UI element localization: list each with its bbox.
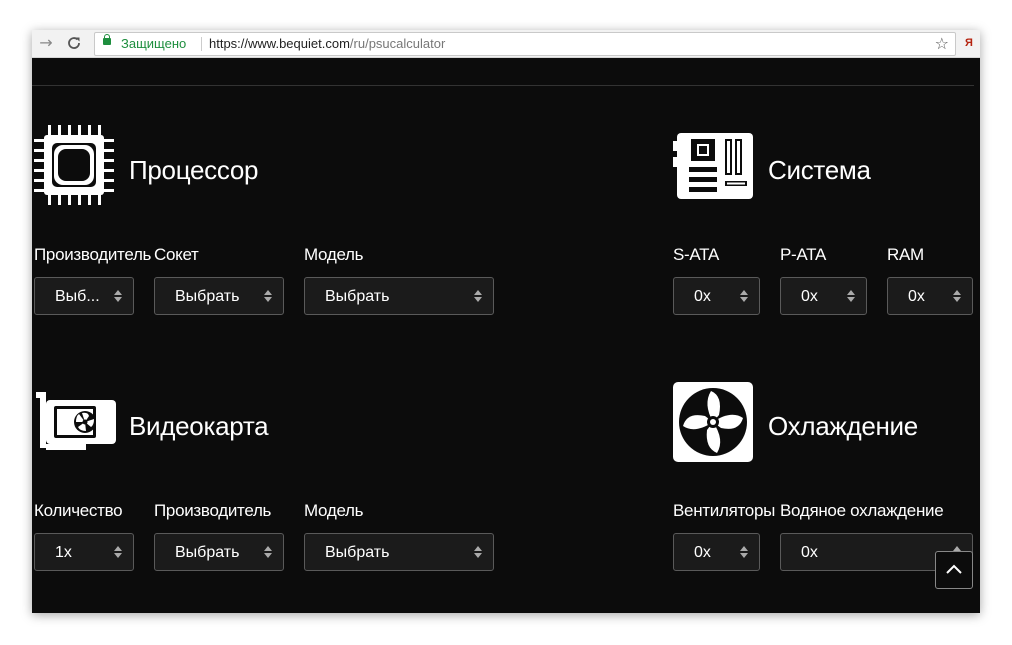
gpu-title: Видеокарта [129, 411, 269, 441]
gpu-model-label: Модель [304, 501, 364, 520]
cpu-icon [34, 125, 114, 205]
gpu-count-label: Количество [34, 501, 123, 520]
graphics-card-icon [36, 392, 116, 450]
fans-select[interactable]: 0x [673, 533, 760, 571]
gpu-manufacturer-label: Производитель [154, 501, 272, 520]
select-arrows-icon [264, 290, 272, 302]
address-bar[interactable]: Защищено https://www.bequiet.com/ru/psuc… [94, 32, 956, 56]
extension-icon[interactable]: Я [962, 36, 976, 50]
fan-icon [673, 382, 753, 462]
cpu-manufacturer-select[interactable]: Выб... [34, 277, 134, 315]
cpu-socket-label: Сокет [154, 245, 199, 264]
ram-select[interactable]: 0x [887, 277, 973, 315]
select-arrows-icon [953, 290, 961, 302]
reload-icon[interactable] [64, 33, 84, 53]
address-separator [201, 37, 202, 51]
browser-toolbar: → Защищено https://www.bequiet.com/ru/ps… [32, 30, 980, 58]
select-arrows-icon [264, 546, 272, 558]
select-arrows-icon [740, 546, 748, 558]
lock-icon [103, 34, 111, 45]
cpu-model-select[interactable]: Выбрать [304, 277, 494, 315]
sata-label: S-ATA [673, 245, 720, 264]
processor-title: Процессор [129, 155, 259, 185]
select-arrows-icon [474, 546, 482, 558]
cpu-manufacturer-label: Производитель [34, 245, 152, 264]
browser-window: → Защищено https://www.bequiet.com/ru/ps… [32, 30, 980, 613]
chevron-up-icon [946, 564, 962, 574]
select-arrows-icon [474, 290, 482, 302]
select-arrows-icon [740, 290, 748, 302]
sata-select[interactable]: 0x [673, 277, 760, 315]
select-arrows-icon [114, 546, 122, 558]
cpu-model-label: Модель [304, 245, 364, 264]
gpu-count-select[interactable]: 1x [34, 533, 134, 571]
motherboard-icon [673, 133, 753, 199]
fans-label: Вентиляторы [673, 501, 776, 520]
cpu-socket-select[interactable]: Выбрать [154, 277, 284, 315]
url-text[interactable]: https://www.bequiet.com/ru/psucalculator [209, 36, 445, 51]
scroll-to-top-button[interactable] [935, 551, 973, 589]
gpu-model-select[interactable]: Выбрать [304, 533, 494, 571]
pata-select[interactable]: 0x [780, 277, 867, 315]
select-arrows-icon [847, 290, 855, 302]
ram-label: RAM [887, 245, 924, 264]
select-arrows-icon [114, 290, 122, 302]
water-cooling-label: Водяное охлаждение [780, 501, 944, 520]
gpu-manufacturer-select[interactable]: Выбрать [154, 533, 284, 571]
secure-label: Защищено [121, 36, 187, 51]
star-icon[interactable]: ☆ [935, 34, 949, 53]
pata-label: P-ATA [780, 245, 827, 264]
cooling-title: Охлаждение [768, 411, 918, 441]
divider-line [32, 85, 974, 86]
back-arrow-icon[interactable]: → [36, 33, 56, 53]
system-title: Система [768, 155, 871, 185]
